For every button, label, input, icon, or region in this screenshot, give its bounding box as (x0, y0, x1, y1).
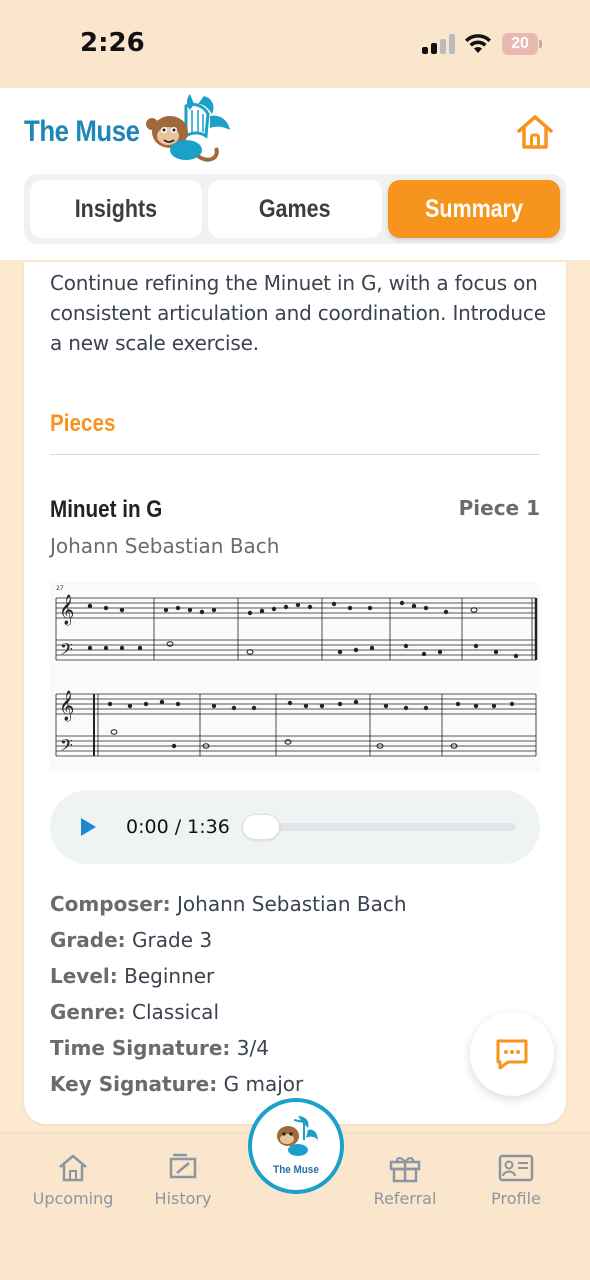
audio-player: 0:00 / 1:36 (50, 790, 540, 864)
piece-composer: Johann Sebastian Bach (50, 534, 280, 558)
app-title: The Muse (24, 115, 140, 148)
profile-card-icon (498, 1154, 534, 1182)
detail-composer: Composer: Johann Sebastian Bach (50, 892, 407, 916)
mascot-small-icon (277, 1116, 318, 1156)
battery-icon: 20 (502, 33, 538, 55)
detail-genre: Genre: Classical (50, 1000, 219, 1024)
piece-number: Piece 1 (458, 496, 540, 520)
tab-insights[interactable]: Insights (30, 180, 202, 238)
app-header: The Muse Insights Games Summary (0, 88, 590, 260)
seek-bar[interactable] (246, 823, 516, 831)
home-outline-icon (59, 1154, 87, 1182)
play-icon[interactable] (78, 816, 98, 838)
section-divider (50, 454, 540, 455)
status-bar: 2:26 20 (0, 0, 590, 88)
svg-text:𝄢: 𝄢 (60, 639, 73, 663)
seek-thumb[interactable] (242, 814, 280, 840)
tab-games[interactable]: Games (208, 180, 382, 238)
chat-icon (496, 1039, 528, 1070)
battery-level: 20 (511, 35, 529, 52)
detail-grade: Grade: Grade 3 (50, 928, 213, 952)
audio-time: 0:00 / 1:36 (126, 816, 230, 838)
summary-card: Continue refining the Minuet in G, with … (24, 262, 566, 1124)
chat-button[interactable] (470, 1012, 554, 1096)
mascot-logo-icon (146, 94, 230, 162)
tab-bar: Insights Games Summary (24, 174, 566, 244)
gift-icon (389, 1157, 421, 1183)
piece-title: Minuet in G (50, 496, 163, 523)
summary-intro-text: Continue refining the Minuet in G, with … (50, 271, 546, 355)
center-button-label: The Muse (273, 1164, 319, 1176)
measure-number: 27 (56, 585, 64, 592)
cellular-signal-icon (422, 34, 456, 54)
nav-profile[interactable]: Profile (466, 1153, 566, 1208)
home-icon[interactable] (514, 112, 556, 152)
detail-time-signature: Time Signature: 3/4 (50, 1036, 269, 1060)
detail-level: Level: Beginner (50, 964, 215, 988)
nav-referral[interactable]: Referral (355, 1153, 455, 1208)
svg-text:𝄞: 𝄞 (59, 690, 74, 722)
history-icon (169, 1153, 197, 1179)
center-muse-button[interactable]: The Muse (248, 1098, 344, 1194)
piece-details: Composer: Johann Sebastian Bach Grade: G… (50, 890, 530, 1106)
nav-upcoming[interactable]: Upcoming (23, 1153, 123, 1208)
pieces-section-title: Pieces (50, 410, 116, 437)
wifi-icon (465, 34, 491, 53)
nav-history[interactable]: History (133, 1153, 233, 1208)
battery-tip (539, 40, 542, 48)
sheet-music-image: 27 𝄞 𝄢 𝄞 𝄢 (50, 582, 540, 772)
svg-text:𝄢: 𝄢 (60, 735, 73, 759)
tab-summary[interactable]: Summary (388, 180, 560, 238)
status-time: 2:26 (80, 28, 145, 58)
svg-text:𝄞: 𝄞 (59, 594, 74, 626)
